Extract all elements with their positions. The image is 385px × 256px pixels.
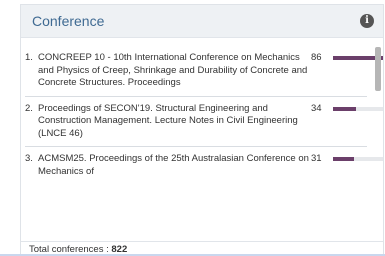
item-rank: 3.: [25, 153, 33, 164]
widget-header: Conference i: [21, 5, 383, 38]
item-name[interactable]: Proceedings of SECON'19. Structural Engi…: [38, 103, 311, 141]
item-bar: [333, 157, 383, 161]
conference-widget: Conference i 1. CONCREEP 10 - 10th Inter…: [20, 4, 384, 256]
list-item[interactable]: 1. CONCREEP 10 - 10th International Conf…: [25, 39, 383, 97]
item-name[interactable]: CONCREEP 10 - 10th International Confere…: [38, 52, 311, 90]
scrollbar-thumb[interactable]: [375, 47, 381, 91]
info-icon[interactable]: i: [360, 14, 374, 28]
item-name[interactable]: ACMSM25. Proceedings of the 25th Austral…: [38, 153, 311, 178]
list-item[interactable]: 2. Proceedings of SECON'19. Structural E…: [25, 97, 383, 147]
item-count: 86: [311, 52, 322, 63]
item-count: 34: [311, 102, 322, 114]
item-rank: 1.: [25, 52, 33, 63]
item-bar: [333, 106, 383, 111]
item-count: 31: [311, 153, 322, 164]
widget-title: Conference: [32, 13, 105, 29]
conference-list[interactable]: 1. CONCREEP 10 - 10th International Conf…: [21, 39, 383, 241]
item-rank: 2.: [25, 102, 33, 114]
list-item[interactable]: 3. ACMSM25. Proceedings of the 25th Aust…: [25, 147, 383, 184]
